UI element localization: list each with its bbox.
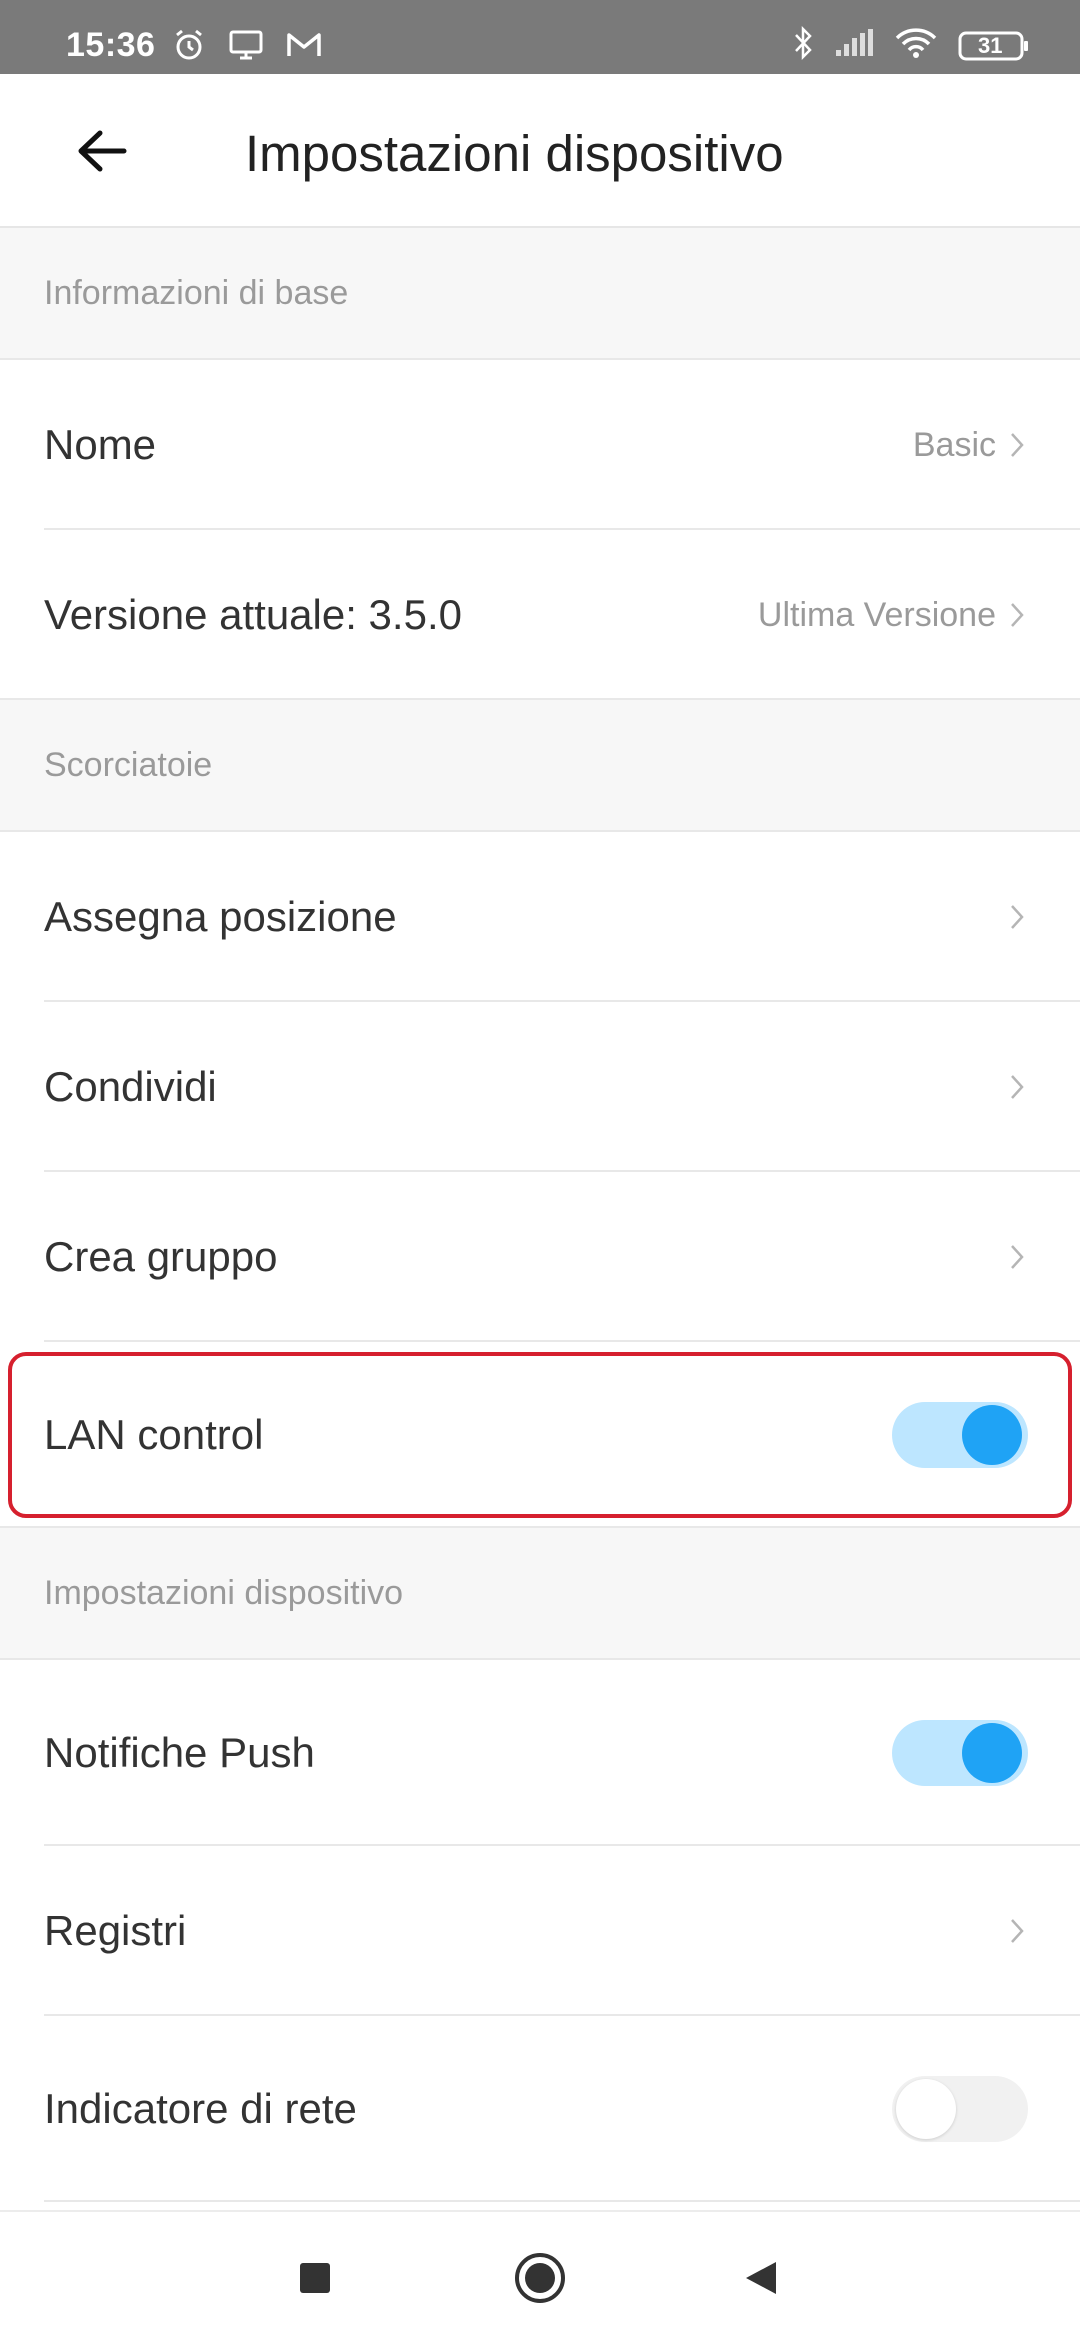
system-back-button[interactable] [730, 2248, 790, 2308]
toggle-knob [896, 2079, 956, 2139]
chevron-right-icon [1006, 598, 1028, 632]
toggle-knob [962, 1405, 1022, 1465]
chevron-right-icon [1006, 1070, 1028, 1104]
section-header-shortcuts: Scorciatoie [0, 700, 1080, 832]
chevron-right-icon [1006, 1240, 1028, 1274]
row-lan-control: LAN control [0, 1342, 1080, 1528]
section-header-basic-info: Informazioni di base [0, 228, 1080, 360]
lan-control-toggle[interactable] [892, 1402, 1028, 1468]
recents-button[interactable] [285, 2248, 345, 2308]
row-network-indicator: Indicatore di rete [0, 2016, 1080, 2202]
push-notifications-toggle[interactable] [892, 1720, 1028, 1786]
section-header-device-settings: Impostazioni dispositivo [0, 1528, 1080, 1660]
bluetooth-icon [792, 25, 814, 65]
row-assign-location[interactable]: Assegna posizione [0, 832, 1080, 1002]
row-label: Assegna posizione [44, 893, 397, 940]
battery-level: 31 [978, 32, 1003, 58]
row-label: Notifiche Push [44, 1729, 315, 1776]
chevron-right-icon [1006, 900, 1028, 934]
gmail-icon [286, 31, 322, 64]
row-share[interactable]: Condividi [0, 1002, 1080, 1172]
row-name[interactable]: Nome Basic [0, 360, 1080, 530]
row-value: Ultima Versione [757, 595, 996, 634]
row-label: LAN control [44, 1411, 264, 1458]
status-left-icons [172, 28, 322, 67]
row-label: Indicatore di rete [44, 2085, 357, 2132]
status-bar: 15:36 31 [0, 0, 1080, 74]
navigation-bar [0, 2210, 1080, 2340]
settings-list: Informazioni di base Nome Basic Versione… [0, 228, 1080, 2202]
chevron-right-icon [1006, 1914, 1028, 1948]
battery-icon: 31 [958, 30, 1030, 62]
recents-icon [300, 2263, 330, 2293]
chevron-right-icon [1006, 428, 1028, 462]
row-label: Nome [44, 421, 157, 468]
back-icon [746, 2262, 776, 2294]
row-label: Versione attuale: 3.5.0 [44, 591, 462, 638]
row-right: Ultima Versione [758, 596, 1028, 635]
row-value: Basic [912, 425, 996, 464]
row-label: Crea gruppo [44, 1233, 278, 1280]
row-label: Condividi [44, 1063, 217, 1110]
toggle-knob [962, 1723, 1022, 1783]
row-right: Basic [913, 426, 1028, 465]
home-button[interactable] [510, 2248, 570, 2308]
status-time: 15:36 [66, 26, 156, 64]
wifi-icon [894, 27, 938, 64]
signal-icon [834, 28, 874, 63]
arrow-left-icon [78, 130, 127, 172]
row-version[interactable]: Versione attuale: 3.5.0 Ultima Versione [0, 530, 1080, 700]
home-icon [515, 2253, 565, 2303]
back-button[interactable] [62, 114, 142, 188]
row-create-group[interactable]: Crea gruppo [0, 1172, 1080, 1342]
page-title: Impostazioni dispositivo [245, 125, 784, 182]
row-label: Registri [44, 1907, 187, 1954]
row-push-notifications: Notifiche Push [0, 1660, 1080, 1846]
network-indicator-toggle[interactable] [892, 2076, 1028, 2142]
app-bar: Impostazioni dispositivo [0, 74, 1080, 228]
screen-cast-icon [228, 29, 264, 66]
row-logs[interactable]: Registri [0, 1846, 1080, 2016]
status-right-icons: 31 [792, 25, 1030, 65]
alarm-icon [172, 28, 206, 67]
